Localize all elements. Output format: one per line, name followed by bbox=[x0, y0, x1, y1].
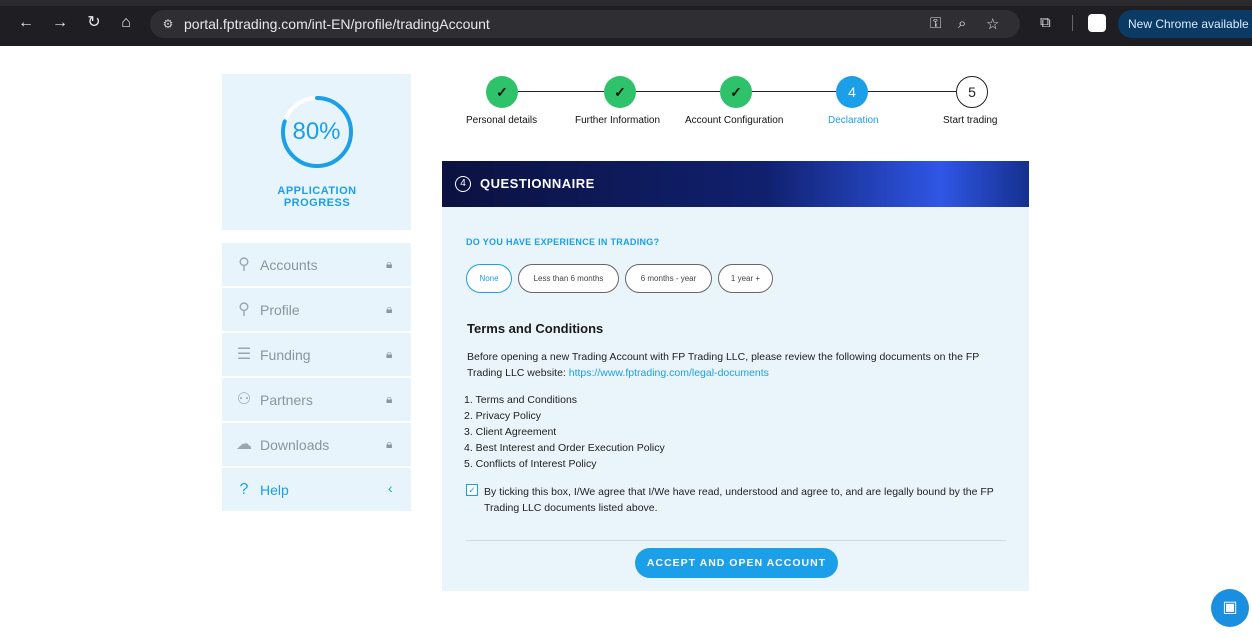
trading-experience-question: DO YOU HAVE EXPERIENCE IN TRADING? bbox=[466, 237, 660, 247]
user-plus-icon: ⚲ bbox=[238, 301, 250, 318]
lock-icon: 🔒︎ bbox=[386, 257, 393, 271]
partners-icon: ⚇ bbox=[236, 391, 252, 408]
lock-icon: 🔒︎ bbox=[386, 392, 393, 406]
sidebar-item-funding[interactable]: ☰ Funding 🔒︎ bbox=[222, 333, 411, 377]
progress-percent: 80% bbox=[292, 118, 341, 145]
user-icon: ⚲ bbox=[238, 256, 250, 273]
application-progress-card: 80% APPLICATION PROGRESS bbox=[222, 74, 411, 230]
agree-label: By ticking this box, I/We agree that I/W… bbox=[484, 486, 994, 514]
tab-strip bbox=[0, 0, 1252, 6]
experience-option-1-year-plus[interactable]: 1 year + bbox=[718, 264, 773, 293]
step-1-check: ✓ bbox=[486, 76, 518, 108]
new-chrome-available-button[interactable]: New Chrome available bbox=[1118, 10, 1252, 38]
lock-icon: 🔒︎ bbox=[386, 437, 393, 451]
help-circle-icon: ? bbox=[239, 481, 249, 498]
sidebar-item-label: Accounts bbox=[260, 257, 318, 273]
sidebar-item-help[interactable]: ? Help ‹ bbox=[222, 468, 411, 512]
profile-avatar[interactable] bbox=[1088, 14, 1106, 32]
step-5-pending: 5 bbox=[956, 76, 988, 108]
site-settings-icon[interactable]: ⚙ bbox=[160, 16, 176, 32]
chevron-left-icon[interactable]: ‹ bbox=[388, 480, 393, 496]
agree-checkbox[interactable]: ✓ bbox=[466, 484, 478, 496]
sidebar-item-label: Funding bbox=[260, 347, 311, 363]
terms-intro: Before opening a new Trading Account wit… bbox=[467, 349, 1017, 381]
extensions-icon[interactable]: ⧉ bbox=[1040, 14, 1051, 31]
toolbar-divider bbox=[1072, 15, 1073, 31]
step-3-check: ✓ bbox=[720, 76, 752, 108]
zoom-icon[interactable]: ⌕ bbox=[958, 15, 966, 32]
sidebar-menu: ⚲ Accounts 🔒︎ ⚲ Profile 🔒︎ ☰ Funding 🔒︎ … bbox=[222, 243, 411, 513]
step-connector bbox=[518, 91, 604, 92]
key-icon[interactable]: ⚿ bbox=[930, 15, 941, 32]
step-label-account-configuration: Account Configuration bbox=[685, 115, 784, 126]
step-connector bbox=[636, 91, 720, 92]
chat-support-icon[interactable]: ▣ bbox=[1211, 589, 1249, 627]
address-bar[interactable]: ⚙ portal.fptrading.com/int-EN/profile/tr… bbox=[150, 10, 1020, 38]
sidebar-item-downloads[interactable]: ☁ Downloads 🔒︎ bbox=[222, 423, 411, 467]
list-item: 3. Client Agreement bbox=[464, 426, 557, 438]
experience-option-none[interactable]: None bbox=[466, 264, 512, 293]
sidebar-item-label: Downloads bbox=[260, 437, 330, 453]
legal-documents-link[interactable]: https://www.fptrading.com/legal-document… bbox=[569, 367, 769, 379]
sidebar-item-label: Help bbox=[260, 482, 289, 498]
sidebar-item-label: Partners bbox=[260, 392, 313, 408]
accept-and-open-account-button[interactable]: ACCEPT AND OPEN ACCOUNT bbox=[635, 548, 838, 578]
list-item: 2. Privacy Policy bbox=[464, 410, 542, 422]
browser-toolbar: ← → ↻ ⌂ ⚙ portal.fptrading.com/int-EN/pr… bbox=[0, 0, 1252, 46]
step-connector bbox=[868, 91, 956, 92]
list-item: 5. Conflicts of Interest Policy bbox=[464, 458, 597, 470]
progress-label: APPLICATION PROGRESS bbox=[277, 185, 357, 209]
step-2-check: ✓ bbox=[604, 76, 636, 108]
registration-stepper: ✓ ✓ ✓ 4 5 Personal details Further Infor… bbox=[440, 74, 1040, 134]
lock-icon: 🔒︎ bbox=[386, 302, 393, 316]
coins-icon: ☰ bbox=[236, 346, 252, 363]
documents-list: 1. Terms and Conditions 2. Privacy Polic… bbox=[464, 392, 665, 472]
questionnaire-header: 4 QUESTIONNAIRE bbox=[442, 161, 1029, 207]
section-title: QUESTIONNAIRE bbox=[480, 176, 595, 191]
sidebar-item-label: Profile bbox=[260, 302, 300, 318]
sidebar-item-profile[interactable]: ⚲ Profile 🔒︎ bbox=[222, 288, 411, 332]
divider bbox=[466, 540, 1006, 541]
back-icon[interactable]: ← bbox=[16, 13, 36, 33]
reload-icon[interactable]: ↻ bbox=[84, 13, 104, 33]
list-item: 4. Best Interest and Order Execution Pol… bbox=[464, 442, 665, 454]
star-icon[interactable]: ☆ bbox=[986, 15, 999, 33]
step-label-personal-details: Personal details bbox=[466, 115, 538, 126]
terms-title: Terms and Conditions bbox=[467, 321, 604, 336]
url-text[interactable]: portal.fptrading.com/int-EN/profile/trad… bbox=[184, 16, 490, 32]
step-label-start-trading: Start trading bbox=[943, 115, 998, 126]
step-4-active: 4 bbox=[836, 76, 868, 108]
step-label-further-information: Further Information bbox=[575, 115, 661, 126]
lock-icon: 🔒︎ bbox=[386, 347, 393, 361]
questionnaire-body: DO YOU HAVE EXPERIENCE IN TRADING? None … bbox=[442, 207, 1029, 591]
sidebar-item-partners[interactable]: ⚇ Partners 🔒︎ bbox=[222, 378, 411, 422]
step-connector bbox=[752, 91, 836, 92]
section-number-badge: 4 bbox=[455, 176, 471, 192]
sidebar-item-accounts[interactable]: ⚲ Accounts 🔒︎ bbox=[222, 243, 411, 287]
list-item: 1. Terms and Conditions bbox=[464, 394, 578, 406]
home-icon[interactable]: ⌂ bbox=[116, 13, 136, 33]
experience-option-6-months-year[interactable]: 6 months - year bbox=[625, 264, 712, 293]
step-label-declaration: Declaration bbox=[828, 115, 879, 126]
experience-option-less-than-6-months[interactable]: Less than 6 months bbox=[518, 264, 619, 293]
cloud-download-icon: ☁ bbox=[236, 436, 252, 453]
forward-icon[interactable]: → bbox=[50, 13, 70, 33]
